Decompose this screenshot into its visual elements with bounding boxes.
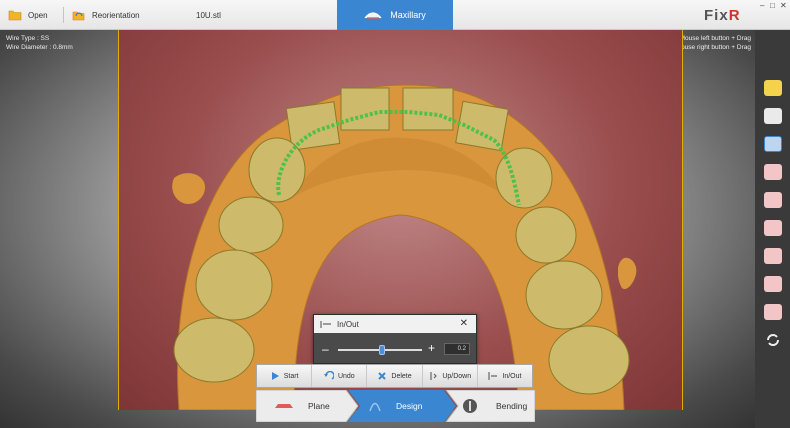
bending-icon	[463, 399, 477, 413]
app-logo: FixR	[704, 7, 741, 24]
reorientation-button[interactable]: Reorientation	[72, 7, 140, 23]
tooth-molar-icon[interactable]	[764, 276, 782, 292]
start-button[interactable]: Start	[257, 365, 313, 387]
maxillary-arch-icon	[364, 12, 382, 19]
inout-slider-row: – + 0.2	[314, 333, 476, 365]
inout-panel-header[interactable]: In/Out ✕	[314, 315, 476, 333]
step-bending-label: Bending	[496, 401, 528, 411]
undo-button[interactable]: Undo	[312, 365, 368, 387]
toolbar-divider	[63, 7, 64, 23]
close-icon[interactable]: ✕	[460, 318, 468, 329]
tab-maxillary-label: Maxillary	[390, 10, 426, 20]
minimize-button[interactable]: –	[760, 1, 764, 10]
start-label: Start	[283, 372, 299, 380]
step-bending[interactable]: Bending	[462, 390, 532, 422]
undo-icon	[323, 371, 334, 380]
tooth-side-right-icon[interactable]	[764, 248, 782, 264]
step-design[interactable]: Design	[368, 390, 448, 422]
top-toolbar: Open Reorientation 10U.stl Maxillary Fix…	[0, 0, 790, 30]
inout-label: In/Out	[502, 372, 522, 380]
updown-icon	[430, 372, 438, 380]
scan-artifact	[618, 257, 637, 289]
inout-panel-title: In/Out	[337, 319, 359, 329]
inout-panel: In/Out ✕ – + 0.2	[313, 314, 477, 364]
wire-info: Wire Type : SS Wire Diameter : 0.8mm	[6, 34, 73, 52]
wire-tool-icon[interactable]	[764, 80, 782, 96]
tab-maxillary[interactable]: Maxillary	[337, 0, 453, 30]
plane-icon	[275, 404, 293, 408]
close-button[interactable]: ✕	[780, 1, 787, 10]
inout-icon	[320, 320, 331, 328]
rotate-view-icon[interactable]	[764, 332, 782, 348]
inout-slider-thumb[interactable]	[378, 345, 385, 355]
wire-diameter: Wire Diameter : 0.8mm	[6, 44, 73, 51]
folder-icon	[8, 10, 22, 21]
upper-arch-icon[interactable]	[764, 136, 782, 152]
design-arch-icon	[369, 402, 381, 412]
decrease-button[interactable]: –	[322, 342, 329, 356]
open-label: Open	[28, 10, 48, 20]
scan-tray-icon[interactable]	[764, 108, 782, 124]
delete-button[interactable]: Delete	[367, 365, 423, 387]
tooth-side-left-icon[interactable]	[764, 220, 782, 236]
undo-label: Undo	[337, 372, 355, 380]
delete-icon	[378, 372, 387, 380]
updown-button[interactable]: Up/Down	[423, 365, 478, 387]
play-icon	[271, 372, 279, 380]
increase-button[interactable]: +	[428, 341, 435, 355]
reorientation-icon	[72, 11, 85, 21]
reorientation-label: Reorientation	[92, 10, 140, 20]
inout-button[interactable]: In/Out	[478, 365, 532, 387]
step-plane-label: Plane	[308, 401, 330, 411]
step-design-label: Design	[396, 401, 423, 411]
maximize-button[interactable]: □	[770, 1, 775, 10]
tooth-front-icon[interactable]	[764, 192, 782, 208]
file-name: 10U.stl	[196, 11, 221, 20]
tooth-occlusal-icon[interactable]	[764, 304, 782, 320]
wire-type: Wire Type : SS	[6, 35, 50, 42]
updown-label: Up/Down	[442, 372, 472, 380]
delete-label: Delete	[391, 372, 412, 380]
right-toolbar	[755, 30, 790, 428]
step-plane[interactable]: Plane	[274, 390, 354, 422]
action-bar: Start Undo Delete Up/Down In/Out	[256, 364, 533, 388]
inout-icon	[488, 372, 498, 380]
workflow-steps: Plane Design Bending	[256, 390, 535, 422]
lower-arch-icon[interactable]	[764, 164, 782, 180]
inout-value-field[interactable]: 0.2	[444, 343, 470, 355]
open-button[interactable]: Open	[8, 7, 48, 23]
